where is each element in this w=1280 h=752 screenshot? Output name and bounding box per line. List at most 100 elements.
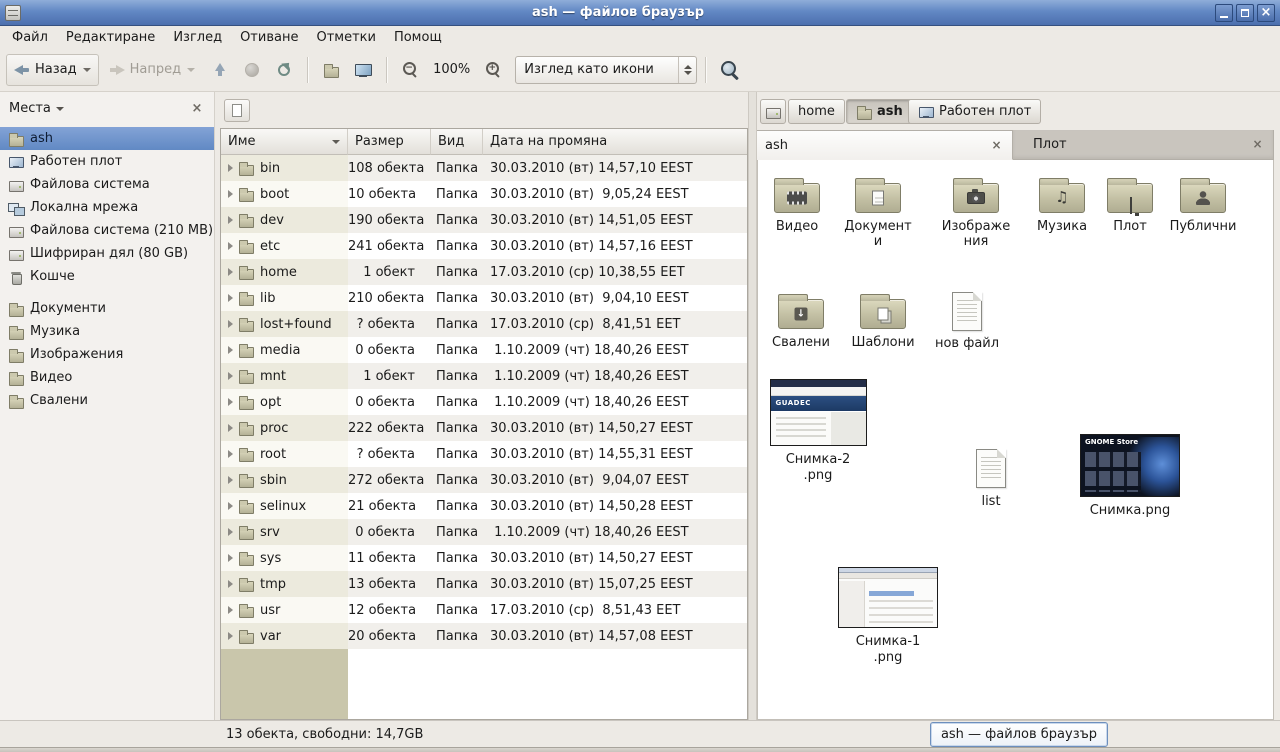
image-file-item[interactable]: GNOME Store Снимка.png (1078, 434, 1182, 519)
folder-item[interactable]: Публични (1164, 176, 1242, 234)
back-button[interactable]: Назад (6, 54, 99, 86)
sidebar-close-icon[interactable] (189, 101, 205, 116)
folder-item[interactable]: Документи (839, 176, 917, 249)
tab-close-icon[interactable] (1250, 137, 1265, 152)
chevron-down-icon[interactable] (56, 107, 64, 111)
table-row[interactable]: selinux 21 обекта Папка 30.03.2010 (вт) … (221, 493, 747, 519)
window-menu-icon[interactable] (5, 5, 21, 21)
table-row[interactable]: dev 190 обекта Папка 30.03.2010 (вт) 14,… (221, 207, 747, 233)
spinner-arrows-icon[interactable] (678, 57, 696, 83)
pathbar-button[interactable]: home (788, 99, 845, 124)
pathbar-button[interactable] (760, 99, 786, 124)
tab-close-icon[interactable] (989, 138, 1004, 153)
sidebar-item[interactable]: Локална мрежа (0, 196, 214, 219)
sidebar-item[interactable]: Кошче (0, 265, 214, 288)
folder-item[interactable]: Шаблони (844, 292, 922, 350)
table-row[interactable]: boot 10 обекта Папка 30.03.2010 (вт) 9,0… (221, 181, 747, 207)
sidebar-bookmark-item[interactable]: Документи (0, 297, 214, 320)
pathbar-button[interactable]: Работен плот (908, 99, 1041, 124)
folder-item[interactable]: Плот (1091, 176, 1169, 234)
table-row[interactable]: var 20 обекта Папка 30.03.2010 (вт) 14,5… (221, 623, 747, 649)
expander-icon[interactable] (228, 632, 233, 640)
folder-item[interactable]: Видео (758, 176, 836, 234)
column-header-size[interactable]: Размер (348, 129, 431, 155)
tab[interactable]: ash (757, 130, 1013, 160)
folder-item[interactable]: нов файл (928, 292, 1006, 351)
table-row[interactable]: root ? обекта Папка 30.03.2010 (вт) 14,5… (221, 441, 747, 467)
image-file-item[interactable]: GUADEC Снимка-2.png (768, 379, 868, 484)
table-row[interactable]: proc 222 обекта Папка 30.03.2010 (вт) 14… (221, 415, 747, 441)
expander-icon[interactable] (228, 190, 233, 198)
table-row[interactable]: lost+found ? обекта Папка 17.03.2010 (ср… (221, 311, 747, 337)
sidebar-bookmark-item[interactable]: Музика (0, 320, 214, 343)
sidebar-bookmark-item[interactable]: Изображения (0, 343, 214, 366)
view-mode-select[interactable]: Изглед като икони (515, 56, 697, 84)
menu-item[interactable]: Отиване (231, 28, 307, 47)
column-header-type[interactable]: Вид (431, 129, 483, 155)
up-button[interactable] (205, 55, 235, 85)
expander-icon[interactable] (228, 164, 233, 172)
stop-button[interactable] (237, 55, 267, 85)
expander-icon[interactable] (228, 346, 233, 354)
zoom-out-button[interactable] (395, 55, 425, 85)
expander-icon[interactable] (228, 320, 233, 328)
expander-icon[interactable] (228, 580, 233, 588)
table-row[interactable]: sbin 272 обекта Папка 30.03.2010 (вт) 9,… (221, 467, 747, 493)
folder-item[interactable]: Свалени (762, 292, 840, 350)
menu-item[interactable]: Отметки (307, 28, 384, 47)
expander-icon[interactable] (228, 398, 233, 406)
table-row[interactable]: srv 0 обекта Папка 1.10.2009 (чт) 18,40,… (221, 519, 747, 545)
sidebar-item[interactable]: Файлова система (210 MB) (0, 219, 214, 242)
close-button[interactable] (1257, 4, 1275, 22)
table-row[interactable]: sys 11 обекта Папка 30.03.2010 (вт) 14,5… (221, 545, 747, 571)
taskbar-window-button[interactable]: ash — файлов браузър (930, 722, 1108, 747)
zoom-in-button[interactable] (478, 55, 508, 85)
sidebar-title[interactable]: Места (9, 101, 51, 116)
table-row[interactable]: home 1 обект Папка 17.03.2010 (ср) 10,38… (221, 259, 747, 285)
sidebar-item[interactable]: Файлова система (0, 173, 214, 196)
folder-item[interactable]: Музика (1023, 176, 1101, 234)
minimize-button[interactable] (1215, 4, 1233, 22)
table-row[interactable]: opt 0 обекта Папка 1.10.2009 (чт) 18,40,… (221, 389, 747, 415)
sidebar-item[interactable]: Работен плот (0, 150, 214, 173)
expander-icon[interactable] (228, 216, 233, 224)
forward-button[interactable]: Напред (101, 54, 203, 86)
expander-icon[interactable] (228, 502, 233, 510)
table-row[interactable]: tmp 13 обекта Папка 30.03.2010 (вт) 15,0… (221, 571, 747, 597)
home-button[interactable] (316, 55, 346, 85)
tab[interactable]: Плот (1013, 130, 1274, 159)
image-file-item[interactable]: Снимка-1.png (836, 567, 940, 666)
column-header-date[interactable]: Дата на промяна (483, 129, 747, 155)
sidebar-item[interactable]: ash (0, 127, 214, 150)
pane-splitter[interactable] (748, 92, 757, 720)
pane-location-button[interactable] (224, 99, 250, 122)
column-header-name[interactable]: Име (221, 129, 348, 155)
sidebar-bookmark-item[interactable]: Свалени (0, 389, 214, 412)
table-row[interactable]: usr 12 обекта Папка 17.03.2010 (ср) 8,51… (221, 597, 747, 623)
sidebar-item[interactable]: Шифриран дял (80 GB) (0, 242, 214, 265)
folder-item[interactable]: Изображения (937, 176, 1015, 249)
menu-item[interactable]: Редактиране (57, 28, 164, 47)
expander-icon[interactable] (228, 528, 233, 536)
table-row[interactable]: bin 108 обекта Папка 30.03.2010 (вт) 14,… (221, 155, 747, 181)
table-row[interactable]: mnt 1 обект Папка 1.10.2009 (чт) 18,40,2… (221, 363, 747, 389)
sidebar-bookmark-item[interactable]: Видео (0, 366, 214, 389)
expander-icon[interactable] (228, 424, 233, 432)
maximize-button[interactable] (1236, 4, 1254, 22)
expander-icon[interactable] (228, 450, 233, 458)
expander-icon[interactable] (228, 606, 233, 614)
expander-icon[interactable] (228, 476, 233, 484)
reload-button[interactable] (269, 55, 299, 85)
menu-item[interactable]: Файл (3, 28, 57, 47)
table-row[interactable]: lib 210 обекта Папка 30.03.2010 (вт) 9,0… (221, 285, 747, 311)
expander-icon[interactable] (228, 268, 233, 276)
expander-icon[interactable] (228, 372, 233, 380)
computer-button[interactable] (348, 55, 378, 85)
expander-icon[interactable] (228, 294, 233, 302)
expander-icon[interactable] (228, 554, 233, 562)
menu-item[interactable]: Помощ (385, 28, 451, 47)
text-file-item[interactable]: list (961, 449, 1021, 510)
search-button[interactable] (714, 55, 744, 85)
expander-icon[interactable] (228, 242, 233, 250)
table-row[interactable]: etc 241 обекта Папка 30.03.2010 (вт) 14,… (221, 233, 747, 259)
